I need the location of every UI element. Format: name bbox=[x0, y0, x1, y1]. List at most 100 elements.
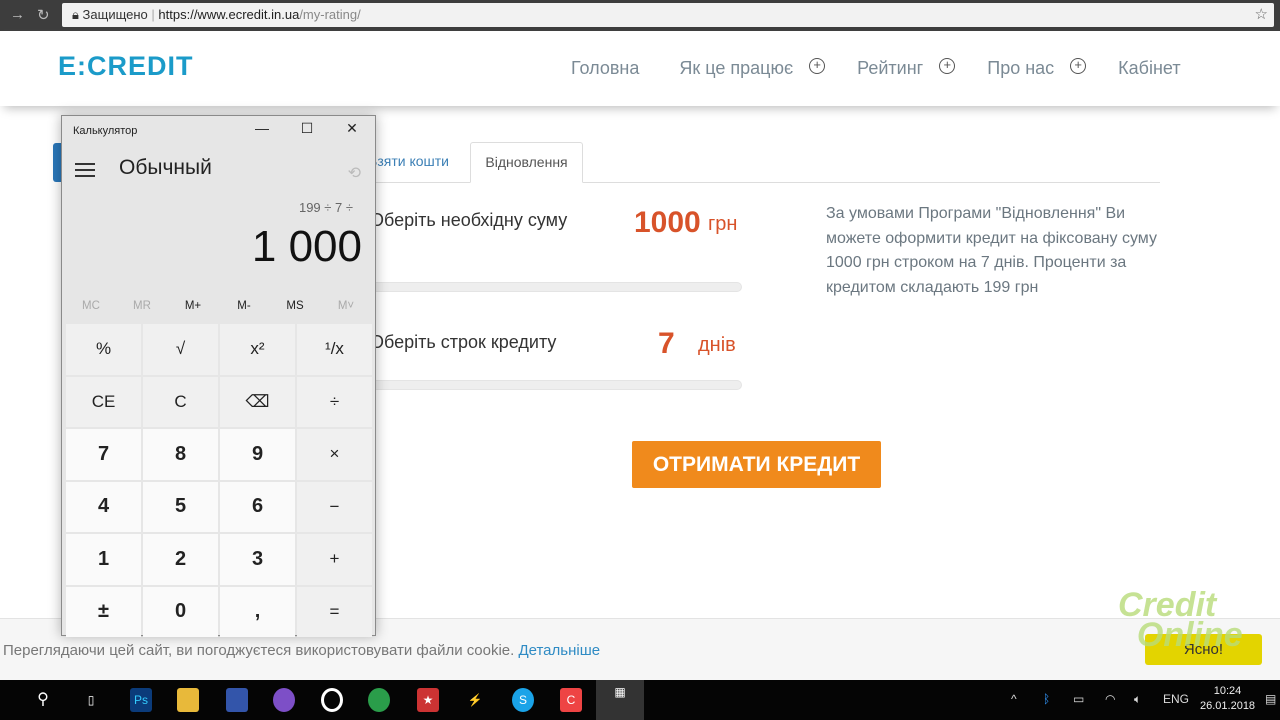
url-host: https://www.ecredit.in.ua bbox=[158, 7, 300, 22]
search-icon[interactable]: ⚲ bbox=[32, 688, 54, 712]
memory-button[interactable]: MS bbox=[270, 300, 320, 312]
wifi-icon[interactable]: ◠ bbox=[1105, 692, 1115, 706]
cookie-details-link[interactable]: Детальніше bbox=[518, 642, 600, 659]
battery-icon[interactable]: ▭ bbox=[1073, 692, 1084, 706]
lock-icon: 🔒︎ bbox=[72, 7, 79, 22]
memory-button[interactable]: MC bbox=[66, 300, 116, 312]
close-button[interactable]: ✕ bbox=[337, 120, 367, 137]
app-icon[interactable]: ★ bbox=[417, 688, 439, 712]
menu-how-it-works[interactable]: Як це працює bbox=[679, 58, 793, 79]
watermark-logo: Credit Online bbox=[1118, 586, 1243, 654]
display: 1 000 bbox=[251, 222, 362, 271]
tray-chevron-icon[interactable]: ^ bbox=[1011, 692, 1017, 706]
key-button[interactable]: ¹/x bbox=[297, 324, 372, 375]
term-slider[interactable] bbox=[360, 380, 742, 390]
bookmark-star-icon[interactable]: ☆ bbox=[1255, 3, 1268, 27]
app-icon[interactable]: C bbox=[560, 688, 582, 712]
tab-take-funds[interactable]: Взяти кошти bbox=[368, 142, 449, 183]
key-button[interactable]: 1 bbox=[66, 534, 141, 585]
key-button[interactable]: 4 bbox=[66, 481, 141, 532]
language-indicator[interactable]: ENG bbox=[1163, 692, 1189, 706]
key-button[interactable]: 0 bbox=[143, 586, 218, 637]
key-button[interactable]: x² bbox=[220, 324, 295, 375]
url-path: /my-rating/ bbox=[299, 7, 361, 22]
reload-icon[interactable]: ↻ bbox=[37, 6, 50, 24]
tab-renewal[interactable]: Відновлення bbox=[470, 142, 583, 183]
program-info: За умовами Програми "Відновлення" Ви мож… bbox=[826, 205, 1157, 296]
term-value: 7 bbox=[658, 327, 675, 360]
expression: 199 ÷ 7 ÷ bbox=[298, 200, 353, 215]
key-button[interactable]: % bbox=[66, 324, 141, 375]
notifications-icon[interactable]: ▤ bbox=[1265, 692, 1276, 706]
key-button[interactable]: = bbox=[297, 586, 372, 637]
save-app-icon[interactable] bbox=[226, 688, 248, 712]
amount-value: 1000 bbox=[634, 206, 701, 239]
keypad: % √ x² ¹/x CE C ⌫ ÷ 7 8 9 × 4 5 6− 1 2 3 + ±0, = bbox=[66, 324, 372, 637]
key-button[interactable]: × bbox=[297, 429, 372, 480]
chrome-icon[interactable] bbox=[368, 688, 390, 712]
volume-icon[interactable]: 🔈︎ bbox=[1134, 692, 1141, 707]
photoshop-icon[interactable]: Ps bbox=[130, 688, 152, 712]
key-button[interactable]: 5 bbox=[143, 481, 218, 532]
key-button[interactable]: ⌫ bbox=[220, 376, 295, 427]
history-icon[interactable]: ⟲ bbox=[348, 163, 361, 183]
plus-icon[interactable]: + bbox=[1070, 58, 1087, 74]
key-button[interactable]: 9 bbox=[220, 429, 295, 480]
key-button[interactable]: + bbox=[297, 534, 372, 585]
key-button[interactable]: 2 bbox=[143, 534, 218, 585]
get-credit-button[interactable]: ОТРИМАТИ КРЕДИТ bbox=[632, 441, 881, 488]
task-view-icon[interactable]: ▯ bbox=[80, 688, 102, 712]
clock[interactable]: 10:24 26.01.2018 bbox=[1200, 684, 1255, 714]
site-header: E:CREDIT Головна Як це працює + Рейтинг + … bbox=[0, 31, 1280, 106]
forward-icon[interactable]: → bbox=[10, 6, 25, 23]
cookie-text: Переглядаючи цей сайт, ви погоджуєтеся в… bbox=[3, 642, 515, 659]
secure-label: Защищено bbox=[82, 7, 148, 22]
memory-button[interactable]: MR bbox=[117, 300, 167, 312]
time: 10:24 bbox=[1213, 685, 1242, 697]
key-button[interactable]: C bbox=[143, 376, 218, 427]
calculator-taskbar-icon[interactable]: ▦ bbox=[596, 680, 644, 720]
key-button[interactable]: 6 bbox=[220, 481, 295, 532]
key-button[interactable]: 8 bbox=[143, 429, 218, 480]
skype-icon[interactable]: S bbox=[512, 688, 534, 712]
browser-toolbar: → ↻ 🔒︎ Защищено | https://www.ecredit.in… bbox=[0, 0, 1280, 31]
key-button[interactable]: √ bbox=[143, 324, 218, 375]
amount-unit: грн bbox=[708, 213, 738, 235]
menu-about[interactable]: Про нас bbox=[987, 58, 1054, 79]
key-button[interactable]: , bbox=[220, 586, 295, 637]
maximize-button[interactable]: ☐ bbox=[292, 120, 322, 137]
address-bar[interactable]: 🔒︎ Защищено | https://www.ecredit.in.ua/… bbox=[62, 3, 1274, 27]
memory-button[interactable]: M+ bbox=[168, 300, 218, 312]
minimize-button[interactable]: — bbox=[247, 120, 277, 136]
plus-icon[interactable]: + bbox=[809, 58, 826, 74]
key-button[interactable]: 7 bbox=[66, 429, 141, 480]
plus-icon[interactable]: + bbox=[939, 58, 956, 74]
bluetooth-icon[interactable]: ᛒ bbox=[1043, 692, 1050, 706]
viber-icon[interactable] bbox=[273, 688, 295, 712]
hamburger-menu-icon[interactable] bbox=[75, 163, 95, 177]
key-button[interactable]: ± bbox=[66, 586, 141, 637]
term-unit: днів bbox=[698, 334, 736, 356]
tabs: Взяти кошти Відновлення bbox=[360, 142, 1160, 183]
amount-slider[interactable] bbox=[360, 282, 742, 292]
file-explorer-icon[interactable] bbox=[177, 688, 199, 712]
key-button[interactable]: CE bbox=[66, 376, 141, 427]
calculator-mode: Обычный bbox=[119, 156, 212, 179]
date: 26.01.2018 bbox=[1200, 700, 1256, 712]
app-icon[interactable]: ⚡ bbox=[464, 688, 486, 712]
memory-button[interactable]: M- bbox=[219, 300, 269, 312]
opera-icon[interactable] bbox=[321, 688, 343, 712]
menu-cabinet[interactable]: Кабінет bbox=[1118, 58, 1180, 79]
key-button[interactable]: ÷ bbox=[297, 376, 372, 427]
amount-label: Оберіть необхідну суму bbox=[370, 210, 568, 230]
memory-button[interactable]: M˅ bbox=[321, 300, 371, 312]
term-label: Оберіть строк кредиту bbox=[370, 332, 557, 352]
main-menu: Головна Як це працює + Рейтинг + Про нас + … bbox=[571, 58, 1199, 79]
key-button[interactable]: − bbox=[297, 481, 372, 532]
menu-rating[interactable]: Рейтинг bbox=[857, 58, 923, 79]
calculator-window: Калькулятор — ☐ ✕ Обычный ⟲ 199 ÷ 7 ÷ 1 … bbox=[61, 115, 376, 637]
window-title: Калькулятор bbox=[73, 125, 138, 137]
key-button[interactable]: 3 bbox=[220, 534, 295, 585]
logo[interactable]: E:CREDIT bbox=[58, 51, 194, 82]
menu-home[interactable]: Головна bbox=[571, 58, 639, 79]
